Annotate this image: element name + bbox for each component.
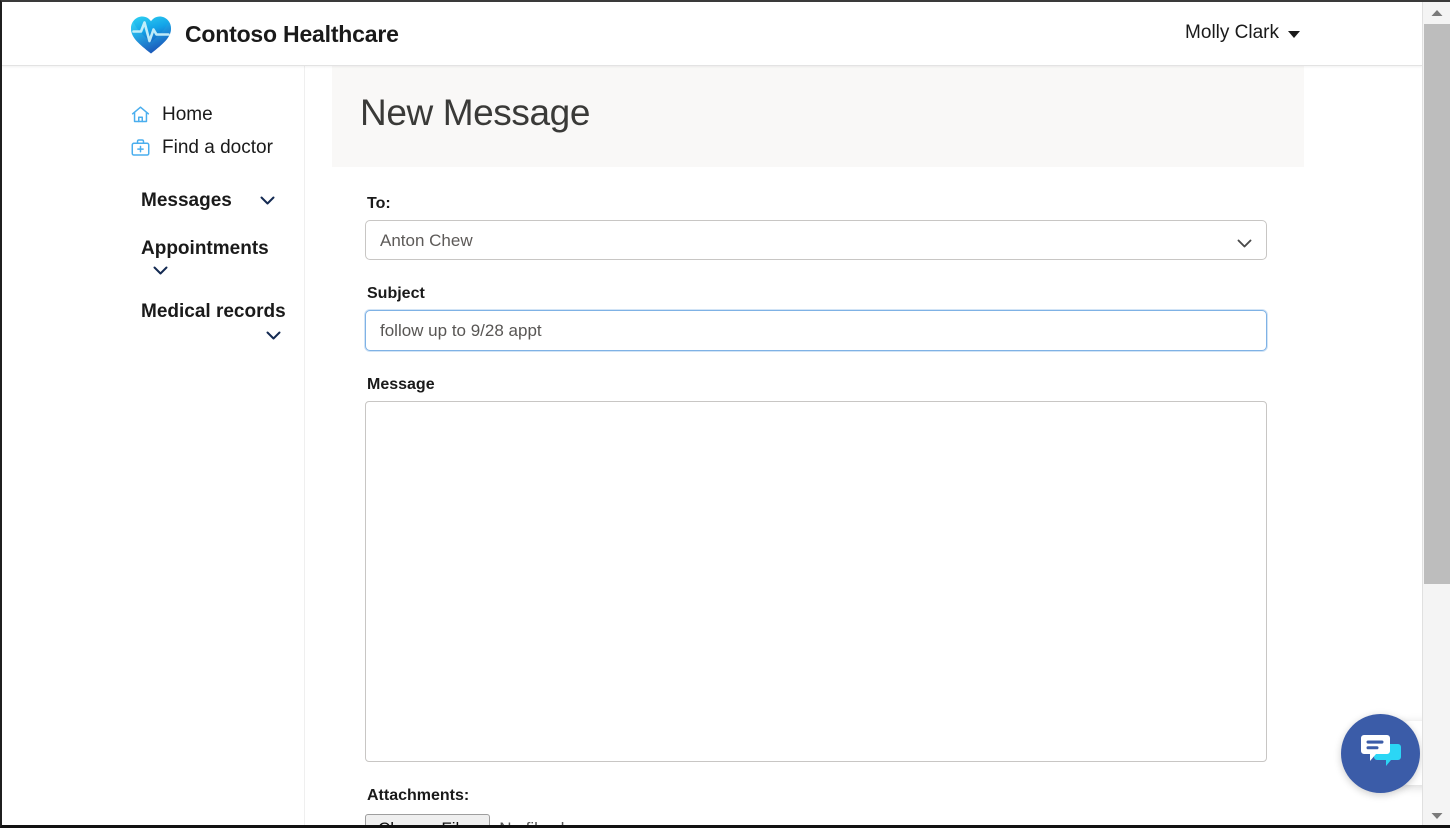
user-menu[interactable]: Molly Clark [1185, 22, 1300, 44]
triangle-up-icon [1431, 4, 1443, 22]
doctor-bag-icon [130, 137, 151, 158]
app-header: Contoso Healthcare Molly Clark [2, 2, 1422, 66]
sidebar-item-home-label: Home [162, 104, 213, 126]
choose-files-button[interactable]: Choose Files [365, 814, 490, 828]
page-title: New Message [360, 94, 1304, 131]
attachments-label: Attachments: [367, 787, 1268, 805]
sidebar-item-find-a-doctor-label: Find a doctor [162, 137, 273, 159]
no-file-chosen-label: No file chosen [499, 819, 607, 828]
sidebar-group-medical-records-label: Medical records [141, 301, 286, 322]
caret-down-icon [1288, 31, 1300, 38]
recipient-select[interactable]: Anton Chew [365, 220, 1267, 260]
chevron-down-icon [266, 331, 281, 340]
subject-label: Subject [367, 285, 1268, 303]
scrollbar-thumb[interactable] [1424, 24, 1450, 584]
brand-name: Contoso Healthcare [185, 21, 399, 48]
recipient-select-wrap: Anton Chew [365, 220, 1268, 260]
message-label: Message [367, 376, 1268, 394]
sidebar: Home Find a doctor Messages [2, 66, 305, 827]
sidebar-item-find-a-doctor[interactable]: Find a doctor [2, 131, 304, 164]
user-menu-label: Molly Clark [1185, 22, 1279, 44]
attachments-row: Choose Files No file chosen [365, 814, 1268, 828]
card-header: New Message [332, 66, 1304, 167]
main-content: New Message To: Anton Chew Subject [306, 66, 1422, 827]
chevron-down-icon [260, 196, 275, 205]
chevron-down-icon [153, 266, 168, 275]
sidebar-group-messages[interactable]: Messages [2, 190, 304, 212]
subject-input[interactable] [365, 310, 1267, 351]
new-message-form: To: Anton Chew Subject Message Attachmen… [332, 167, 1304, 828]
sidebar-group-appointments[interactable]: Appointments [2, 238, 304, 275]
chat-bubbles-icon [1359, 732, 1403, 775]
chat-widget-button[interactable] [1341, 714, 1420, 793]
scrollbar-down-button[interactable] [1423, 805, 1450, 827]
sidebar-group-medical-records[interactable]: Medical records [2, 301, 304, 340]
triangle-down-icon [1431, 807, 1443, 825]
new-message-card: New Message To: Anton Chew Subject [332, 66, 1304, 828]
sidebar-group-appointments-label: Appointments [141, 238, 269, 260]
page-body: Home Find a doctor Messages [2, 66, 1422, 827]
brand[interactable]: Contoso Healthcare [129, 13, 399, 55]
browser-viewport: Contoso Healthcare Molly Clark Home [0, 0, 1450, 828]
chat-widget[interactable]: Let's Chat! We're Online [1341, 713, 1420, 793]
home-icon [130, 104, 151, 125]
to-label: To: [367, 195, 1268, 213]
sidebar-group-messages-label: Messages [141, 190, 232, 212]
heart-pulse-logo-icon [129, 13, 173, 55]
sidebar-item-home[interactable]: Home [2, 98, 304, 131]
vertical-scrollbar[interactable] [1422, 2, 1450, 827]
scrollbar-up-button[interactable] [1423, 2, 1450, 24]
message-textarea[interactable] [365, 401, 1267, 762]
